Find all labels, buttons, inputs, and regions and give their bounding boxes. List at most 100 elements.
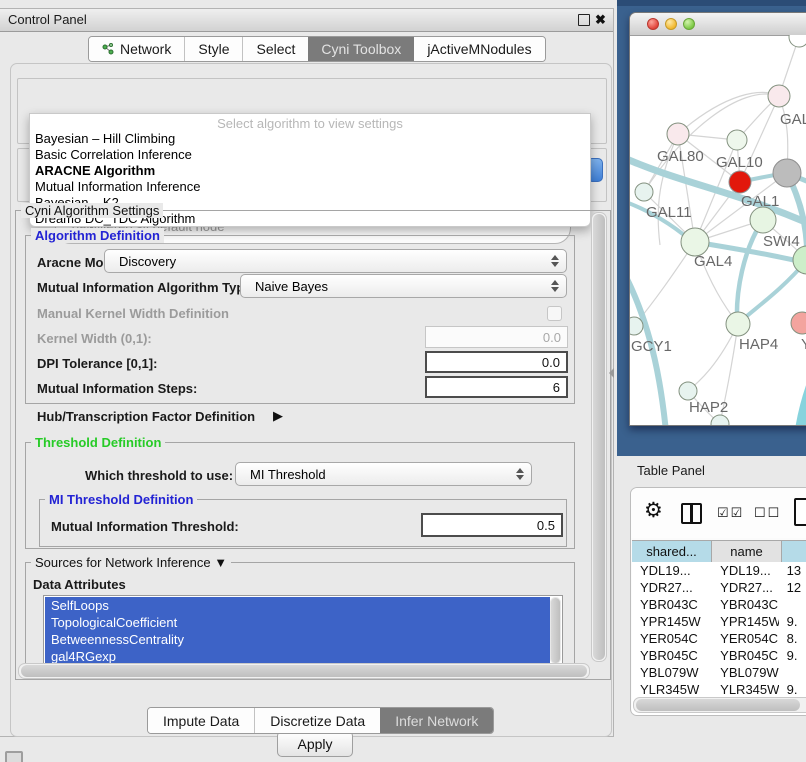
close-icon[interactable]: ✖ (595, 12, 606, 28)
table-toolbar: ⚙ ☑☑ ☐☐ (631, 488, 806, 538)
network-edge-bright (797, 353, 806, 426)
network-node-label: HAP4 (739, 336, 778, 353)
network-node[interactable] (773, 159, 801, 187)
attribute-item[interactable]: SelfLoops (45, 597, 550, 614)
network-node[interactable] (635, 183, 653, 201)
kernel-width-label: Kernel Width (0,1): (37, 331, 152, 346)
table-cell: 9. (779, 648, 806, 663)
column-header-name[interactable]: name (712, 541, 782, 562)
dpi-tolerance-field[interactable]: 0.0 (425, 351, 568, 373)
tab-discretize-data[interactable]: Discretize Data (254, 708, 380, 733)
gear-icon[interactable]: ⚙ (644, 498, 663, 523)
table-cell: YBL079W (632, 665, 710, 680)
network-node-label: Y (801, 336, 806, 353)
network-node[interactable] (630, 317, 643, 335)
column-header-partial[interactable] (782, 541, 806, 562)
deselect-all-checkboxes-icon[interactable]: ☐☐ (754, 505, 781, 521)
table-row[interactable]: YDR27...YDR27...12 (632, 579, 806, 596)
screen: Control Panel ✖ Network Style Se (0, 0, 806, 762)
network-node[interactable] (768, 85, 790, 107)
network-node[interactable] (789, 35, 806, 47)
tab-jactivemnodules[interactable]: jActiveMNodules (414, 37, 544, 61)
settings-horizontal-scrollbar[interactable] (18, 663, 590, 679)
float-window-icon[interactable] (578, 14, 590, 26)
attribute-list-scrollbar[interactable] (550, 597, 561, 664)
table-row[interactable]: YLR345WYLR345W9. (632, 681, 806, 698)
table-cell: YER054C (710, 631, 778, 646)
aracne-mode-combo[interactable]: Discovery (104, 249, 567, 273)
minimized-panel-icon[interactable] (5, 751, 23, 762)
network-node-label: SWI4 (763, 233, 800, 250)
network-node[interactable] (727, 130, 747, 150)
table-horizontal-scrollbar[interactable] (633, 697, 806, 713)
table-row[interactable]: YBR043CYBR043C (632, 596, 806, 613)
network-node[interactable] (750, 207, 776, 233)
network-graph[interactable]: GALGAL80GAL10GAL1GAL11GAL4SWI4GCY1HAP4YH… (630, 35, 806, 426)
data-attributes-list[interactable]: SelfLoopsTopologicalCoefficientBetweenne… (43, 595, 563, 666)
dropdown-item[interactable]: Bayesian – Hill Climbing (30, 131, 590, 147)
table-row[interactable]: YBR045CYBR045C9. (632, 647, 806, 664)
table-panel: ⚙ ☑☑ ☐☐ shared... name YDL19...YDL19...1… (630, 487, 806, 716)
tab-infer-network[interactable]: Infer Network (380, 708, 493, 733)
mi-steps-field[interactable]: 6 (425, 376, 568, 398)
table-cell: YDL19... (632, 563, 710, 578)
dropdown-item[interactable]: Basic Correlation Inference (30, 147, 590, 163)
network-window-titlebar[interactable] (630, 13, 806, 36)
dpi-tolerance-label: DPI Tolerance [0,1]: (37, 356, 157, 371)
tab-network[interactable]: Network (89, 37, 184, 61)
network-node[interactable] (793, 246, 806, 274)
kernel-width-field[interactable]: 0.0 (425, 326, 568, 348)
table-cell: 9. (779, 614, 806, 629)
network-node[interactable] (711, 415, 729, 426)
table-cell: YDR27... (710, 580, 778, 595)
control-panel-titlebar[interactable]: Control Panel ✖ (0, 9, 613, 32)
close-traffic-light-icon[interactable] (647, 18, 659, 30)
network-tab-icon (102, 43, 115, 56)
network-node-label: GCY1 (631, 338, 672, 355)
columns-icon[interactable] (681, 503, 702, 524)
tab-cyni-toolbox[interactable]: Cyni Toolbox (308, 37, 414, 61)
zoom-traffic-light-icon[interactable] (683, 18, 695, 30)
table-row[interactable]: YPR145WYPR145W9. (632, 613, 806, 630)
network-node[interactable] (667, 123, 689, 145)
mi-threshold-field[interactable]: 0.5 (421, 513, 563, 537)
network-node[interactable] (726, 312, 750, 336)
settings-vertical-scrollbar[interactable] (591, 212, 607, 662)
mi-type-combo[interactable]: Naive Bayes (240, 274, 567, 298)
expand-arrow-icon[interactable]: ▶ (273, 408, 283, 424)
panel-splitter-handle[interactable] (609, 368, 614, 378)
which-threshold-label: Which threshold to use: (85, 468, 233, 483)
collapse-arrow-icon[interactable]: ▼ (214, 555, 227, 570)
table-row[interactable]: YDL19...YDL19...13 (632, 562, 806, 579)
dropdown-item[interactable]: ARACNE Algorithm (30, 163, 590, 179)
apply-button[interactable]: Apply (277, 731, 353, 757)
cyni-settings-title: Cyni Algorithm Settings (21, 203, 163, 218)
table-row[interactable]: YER054CYER054C8. (632, 630, 806, 647)
tab-style[interactable]: Style (184, 37, 242, 61)
manual-kernel-checkbox[interactable] (547, 306, 562, 321)
minimize-traffic-light-icon[interactable] (665, 18, 677, 30)
column-header-shared-name[interactable]: shared... (632, 541, 712, 562)
mi-threshold-label: Mutual Information Threshold: (51, 519, 239, 534)
network-node[interactable] (729, 171, 751, 193)
network-node[interactable] (791, 312, 806, 334)
table-row[interactable]: YBL079WYBL079W (632, 664, 806, 681)
network-node[interactable] (679, 382, 697, 400)
select-all-checkboxes-icon[interactable]: ☑☑ (717, 505, 744, 521)
document-icon[interactable] (794, 498, 806, 526)
attribute-item[interactable]: BetweennessCentrality (45, 631, 550, 648)
table-cell: YDR27... (632, 580, 710, 595)
attribute-item[interactable]: TopologicalCoefficient (45, 614, 550, 631)
dropdown-item[interactable]: Mutual Information Inference (30, 179, 590, 195)
network-node[interactable] (681, 228, 709, 256)
hub-definition-label: Hub/Transcription Factor Definition (37, 409, 255, 424)
table-cell: 8. (779, 631, 806, 646)
which-threshold-combo[interactable]: MI Threshold (235, 462, 532, 486)
tab-impute-data[interactable]: Impute Data (148, 708, 254, 733)
table-cell: YDL19... (710, 563, 778, 578)
table-cell: YBR045C (710, 648, 778, 663)
tab-select[interactable]: Select (242, 37, 308, 61)
sources-title[interactable]: Sources for Network Inference ▼ (31, 555, 231, 570)
bottom-tabbar: Impute Data Discretize Data Infer Networ… (147, 707, 494, 734)
control-panel-title: Control Panel (8, 12, 87, 27)
